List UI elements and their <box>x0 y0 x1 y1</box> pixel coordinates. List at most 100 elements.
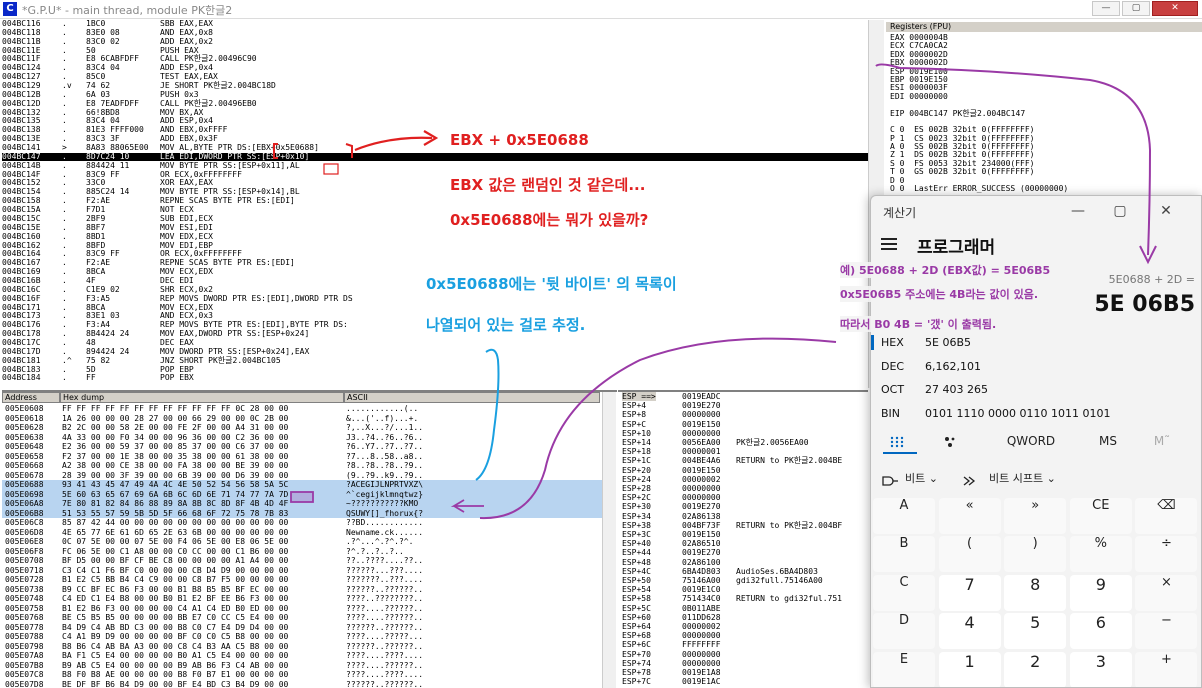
dump-row[interactable]: 005E0798 B8 B6 C4 AB BA A3 00 00 C8 C4 B3… <box>2 642 602 652</box>
disasm-row[interactable]: 004BC118. 83E0 08 AND EAX,0x8 <box>2 28 868 37</box>
calc-key-×[interactable]: × <box>1135 574 1198 611</box>
dump-row[interactable]: 005E06E8 0C 07 5E 00 00 07 5E 00 F4 06 5E… <box>2 537 602 547</box>
close-button[interactable]: ✕ <box>1152 1 1198 16</box>
disasm-row[interactable]: 004BC16F. F3:A5 REP MOVS DWORD PTR ES:[EDI… <box>2 294 868 303</box>
dump-row[interactable]: 005E0668 A2 38 00 00 CE 38 00 00 FA 38 00… <box>2 461 602 471</box>
disasm-row[interactable]: 004BC14F. 83C9 FF OR ECX,0xFFFFFFFF <box>2 170 868 179</box>
disasm-row[interactable]: 004BC12B. 6A 03 PUSH 0x3 <box>2 90 868 99</box>
dump-scrollbar[interactable] <box>602 392 616 688</box>
calc-key-d[interactable]: D <box>873 613 935 650</box>
register-line[interactable]: EDI 00000000 <box>890 92 1068 101</box>
calc-key-c[interactable]: C <box>873 574 935 611</box>
stack-row[interactable]: ESP+14 0056EA00 PK한글2.0056EA00 <box>620 438 868 447</box>
full-keypad-icon[interactable] <box>889 434 911 450</box>
calc-key-»[interactable]: » <box>1004 498 1067 534</box>
calc-close-button[interactable]: ✕ <box>1155 200 1177 222</box>
qword-button[interactable]: QWORD <box>1003 434 1059 448</box>
hamburger-menu-icon[interactable] <box>881 238 897 253</box>
dump-row[interactable]: 005E0678 28 39 00 00 3F 39 00 00 6B 39 00… <box>2 471 602 481</box>
stack-row[interactable]: ESP+30 0019E270 <box>620 502 868 511</box>
disasm-row[interactable]: 004BC15A. F7D1 NOT ECX <box>2 205 868 214</box>
calc-key-1[interactable]: 1 <box>938 651 1001 687</box>
stack-row[interactable]: ESP+18 00000001 <box>620 447 868 456</box>
dump-row[interactable]: 005E0648 E2 36 00 00 59 37 00 00 85 37 00… <box>2 442 602 452</box>
dump-address-header[interactable]: Address <box>2 392 60 403</box>
radix-oct[interactable]: OCT 27 403 265 <box>871 379 1201 401</box>
dump-hex-header[interactable]: Hex dump <box>60 392 344 403</box>
dump-row[interactable]: 005E0758 B1 E2 B6 F3 00 00 00 00 C4 A1 C4… <box>2 604 602 614</box>
stack-row[interactable]: ESP+44 0019E270 <box>620 548 868 557</box>
calc-maximize-button[interactable]: ▢ <box>1109 200 1131 222</box>
memory-store-button[interactable]: MS <box>1093 434 1123 448</box>
stack-row[interactable]: ESP+4C 6BA4D803 AudioSes.6BA4D803 <box>620 567 868 576</box>
dump-row[interactable]: 005E0628 B2 2C 00 00 58 2E 00 00 FE 2F 00… <box>2 423 602 433</box>
stack-row[interactable]: ESP+34 02A86138 <box>620 512 868 521</box>
disasm-row[interactable]: 004BC152. 33C0 XOR EAX,EAX <box>2 179 868 188</box>
stack-row[interactable]: ESP+54 0019E1C0 <box>620 585 868 594</box>
stack-row[interactable]: ESP+48 02A86100 <box>620 558 868 567</box>
dump-row[interactable]: 005E07C8 B8 F0 B8 AE 00 00 00 00 B8 F0 B7… <box>2 670 602 680</box>
stack-row[interactable]: ESP+70 00000000 <box>620 650 868 659</box>
calc-key-7[interactable]: 7 <box>938 574 1001 611</box>
dump-row[interactable]: 005E06A8 7E 80 81 82 84 86 88 89 8A 8B 8C… <box>2 499 602 509</box>
disasm-row[interactable]: 004BC124. 83C4 04 ADD ESP,0x4 <box>2 63 868 72</box>
dump-row[interactable]: 005E0698 5E 60 63 65 67 69 6A 6B 6C 6D 6E… <box>2 489 602 499</box>
calc-key-a[interactable]: A <box>873 498 935 534</box>
stack-row[interactable]: ESP+40 02A86510 <box>620 539 868 548</box>
disasm-row[interactable]: 004BC164. 83C9 FF OR ECX,0xFFFFFFFF <box>2 250 868 259</box>
calc-key-3[interactable]: 3 <box>1069 651 1132 687</box>
calc-key-4[interactable]: 4 <box>938 613 1001 650</box>
dump-row[interactable]: 005E06F8 FC 06 5E 00 C1 A8 00 00 C0 CC 00… <box>2 547 602 557</box>
dump-ascii-header[interactable]: ASCII <box>344 392 600 403</box>
calc-key-5[interactable]: 5 <box>1004 613 1067 650</box>
calc-key-−[interactable]: − <box>1135 613 1198 650</box>
disasm-row[interactable]: 004BC181 .^ 75 82 JNZ SHORT PK한글2.004BC105 <box>2 356 868 365</box>
disasm-row[interactable]: 004BC154. 885C24 14 MOV BYTE PTR SS:[ESP+0… <box>2 188 868 197</box>
stack-row[interactable]: ESP+10 00000000 <box>620 429 868 438</box>
stack-row[interactable]: ESP+50 75146A00 gdi32full.75146A00 <box>620 576 868 585</box>
stack-row[interactable]: ESP ==> 0019EADC <box>620 392 868 402</box>
calc-key-2[interactable]: 2 <box>1004 651 1067 687</box>
disasm-row[interactable]: 004BC171. 8BCA MOV ECX,EDX <box>2 303 868 312</box>
calc-key-([interactable]: ( <box>938 536 1001 573</box>
stack-row[interactable]: ESP+5C 0B011ABE <box>620 604 868 613</box>
dump-row[interactable]: 005E0688 93 41 43 45 47 49 4A 4C 4E 50 52… <box>2 480 602 490</box>
stack-row[interactable]: ESP+2C 00000000 <box>620 493 868 502</box>
minimize-button[interactable]: — <box>1092 1 1120 16</box>
stack-row[interactable]: ESP+60 011DD628 <box>620 613 868 622</box>
bit-toggling-keypad-icon[interactable] <box>943 434 961 450</box>
memory-button[interactable]: M˜ <box>1147 434 1177 448</box>
disasm-row[interactable]: 004BC183. 5D POP EBP <box>2 365 868 374</box>
calc-key-)[interactable]: ) <box>1004 536 1067 573</box>
dump-row[interactable]: 005E06C8 85 87 42 44 00 00 00 00 00 00 00… <box>2 518 602 528</box>
radix-dec[interactable]: DEC 6,162,101 <box>871 356 1201 378</box>
disasm-row[interactable]: 004BC17D. 894424 24 MOV DWORD PTR SS:[ESP+… <box>2 347 868 356</box>
dump-row[interactable]: 005E0728 B1 E2 C5 BB B4 C4 C9 00 00 C8 B7… <box>2 575 602 585</box>
dump-row[interactable]: 005E0638 4A 33 00 00 F0 34 00 00 96 36 00… <box>2 433 602 443</box>
disasm-row[interactable]: 004BC15C. 2BF9 SUB EDI,ECX <box>2 214 868 223</box>
disasm-row[interactable]: 004BC158. F2:AE REPNE SCAS BYTE PTR ES:[ED… <box>2 196 868 205</box>
dump-row[interactable]: 005E07B8 B9 AB C5 E4 00 00 00 00 B9 AB B6… <box>2 661 602 671</box>
dump-row[interactable]: 005E06D8 4E 65 77 6E 61 6D 65 2E 63 6B 00… <box>2 528 602 538</box>
disasm-row[interactable]: 004BC167. F2:AE REPNE SCAS BYTE PTR ES:[ED… <box>2 258 868 267</box>
stack-row[interactable]: ESP+28 00000000 <box>620 484 868 493</box>
calc-key-6[interactable]: 6 <box>1069 613 1132 650</box>
calc-key-«[interactable]: « <box>938 498 1001 534</box>
disasm-row[interactable]: 004BC15E. 8BF7 MOV ESI,EDI <box>2 223 868 232</box>
disasm-row[interactable]: 004BC141 >8A83 88065E00 MOV AL,BYTE PTR DS… <box>2 143 868 152</box>
disasm-row[interactable]: 004BC11F. E8 6CABFDFF CALL PK한글2.00496C90 <box>2 55 868 64</box>
calc-key-÷[interactable]: ÷ <box>1135 536 1198 573</box>
register-line[interactable]: O 0 LastErr ERROR_SUCCESS (00000000) <box>890 184 1068 193</box>
disasm-row[interactable]: 004BC127. 85C0 TEST EAX,EAX <box>2 72 868 81</box>
disasm-row[interactable]: 004BC14B. 884424 11 MOV BYTE PTR SS:[ESP+0… <box>2 161 868 170</box>
register-line[interactable]: EIP 004BC147 PK한글2.004BC147 <box>890 109 1068 118</box>
stack-row[interactable]: ESP+8 00000000 <box>620 410 868 419</box>
stack-row[interactable]: ESP+6C FFFFFFFF <box>620 640 868 649</box>
stack-row[interactable]: ESP+7C 0019E1AC <box>620 677 868 686</box>
disasm-row[interactable]: 004BC129 .v 74 62 JE SHORT PK한글2.004BC18D <box>2 81 868 90</box>
calc-key-b[interactable]: B <box>873 536 935 573</box>
stack-row[interactable]: ESP+20 0019E150 <box>620 466 868 475</box>
bitwise-dropdown[interactable]: 비트 ⌄ <box>905 470 938 486</box>
maximize-button[interactable]: ▢ <box>1122 1 1150 16</box>
disasm-row[interactable]: 004BC162. 8BFD MOV EDI,EBP <box>2 241 868 250</box>
